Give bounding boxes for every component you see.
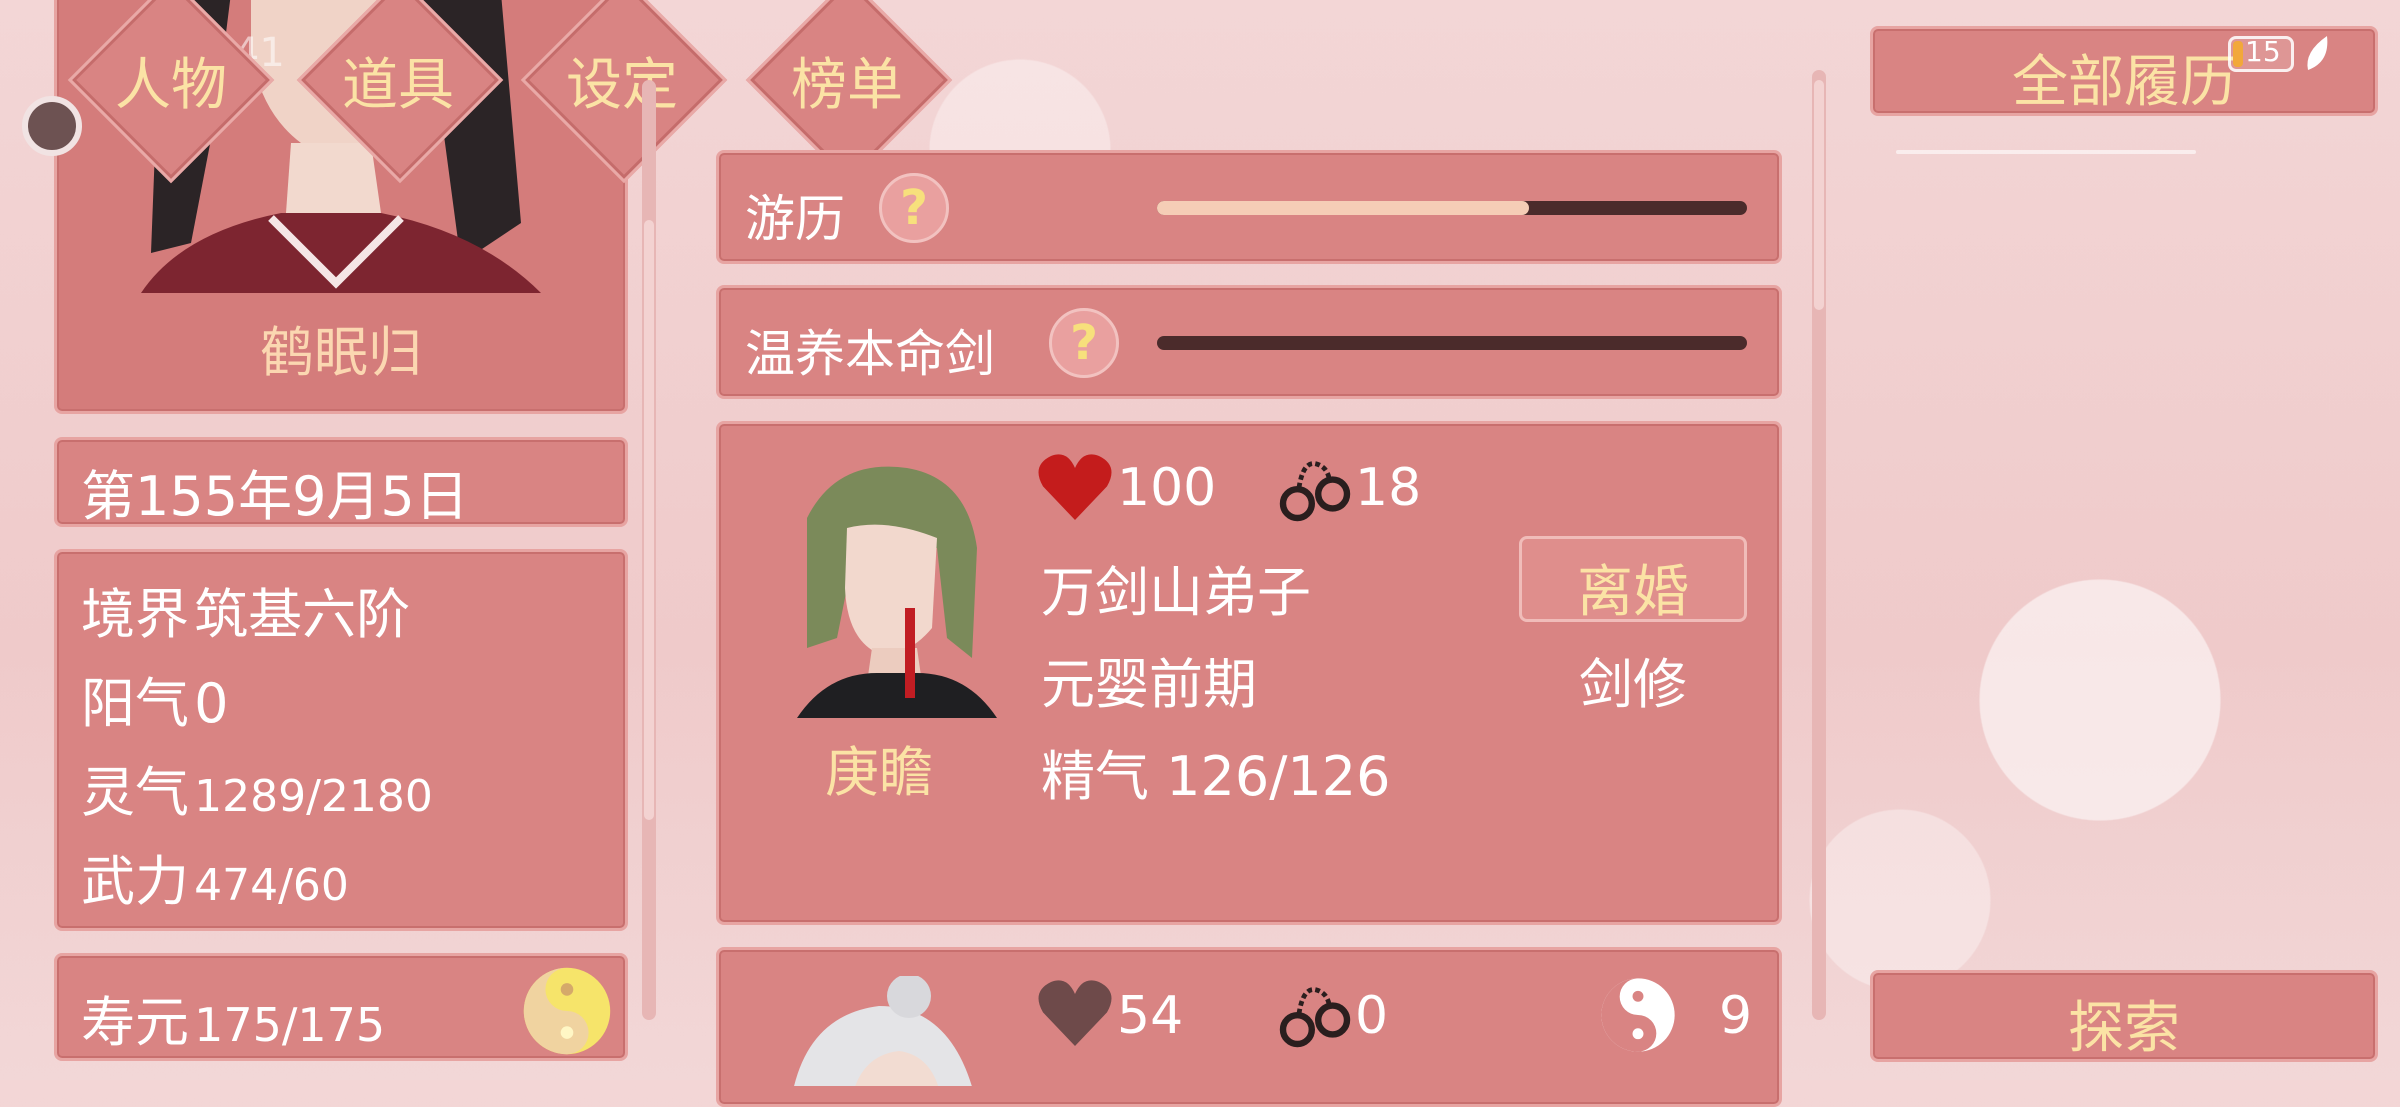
stat-force: 武力 474/60 — [81, 837, 349, 916]
battery-level: 15 — [2245, 35, 2281, 68]
heart-icon — [1035, 974, 1115, 1054]
yin-yang-icon — [1599, 976, 1677, 1054]
stat-spirit-label: 灵气 — [81, 761, 189, 824]
lifespan-panel: 寿元 175/175 — [54, 953, 628, 1061]
companion-1-realm: 元婴前期 — [1041, 653, 1257, 716]
stat-yang-label: 阳气 — [81, 672, 189, 735]
progress-travel-bar — [1157, 201, 1747, 215]
game-date: 第155年9月5日 — [81, 465, 469, 528]
heart-icon — [1035, 448, 1115, 528]
progress-sword-label: 温养本命剑 — [745, 325, 995, 383]
tab-settings-label: 设定 — [566, 53, 678, 118]
lifespan: 寿元 175/175 — [81, 978, 385, 1057]
companion-2-yinyang-count: 9 — [1719, 986, 1753, 1046]
companion-card-1[interactable]: 庚瞻 100 18 万剑山弟子 元婴前期 精气 126/126 离婚 剑修 — [716, 421, 1782, 925]
stat-spirit-value: 1289/2180 — [194, 771, 433, 822]
companion-card-2[interactable]: 54 0 9 — [716, 947, 1782, 1107]
left-scrollbar[interactable] — [642, 80, 656, 1020]
stat-force-label: 武力 — [81, 850, 189, 913]
companion-2-affection: 54 — [1117, 986, 1184, 1046]
companion-1-sect: 万剑山弟子 — [1041, 561, 1311, 624]
lifespan-label: 寿元 — [81, 991, 189, 1054]
divider — [1896, 150, 2196, 154]
history-button-label: 全部履历 — [2012, 50, 2236, 115]
companion-1-portrait — [767, 458, 1011, 718]
yin-yang-icon[interactable] — [522, 966, 612, 1056]
stats-panel: 境界 筑基六阶 阳气 0 灵气 1289/2180 武力 474/60 — [54, 549, 628, 931]
leaf-icon — [2302, 34, 2332, 74]
battery-level-fill — [2233, 41, 2243, 67]
stat-realm-value: 筑基六阶 — [194, 583, 411, 646]
companion-1-vital-value: 126/126 — [1166, 745, 1391, 808]
companion-1-affection: 100 — [1117, 458, 1217, 518]
main-scrollbar[interactable] — [1812, 70, 1826, 1020]
companion-2-bond: 0 — [1355, 986, 1389, 1046]
stat-realm-label: 境界 — [81, 583, 189, 646]
divorce-button[interactable]: 离婚 — [1519, 536, 1747, 625]
progress-row-sword: 温养本命剑 ? — [716, 285, 1782, 399]
companion-2-portrait — [759, 976, 1009, 1086]
handcuffs-icon — [1275, 446, 1355, 526]
battery-indicator: 15 — [2228, 35, 2294, 72]
explore-button-label: 探索 — [2068, 996, 2180, 1061]
companion-1-bond: 18 — [1355, 458, 1422, 518]
stat-yang-value: 0 — [194, 672, 229, 735]
companion-1-name: 庚瞻 — [825, 741, 933, 804]
handcuffs-icon — [1275, 972, 1355, 1052]
companion-1-vital-label: 精气 — [1041, 745, 1149, 808]
companion-1-class: 剑修 — [1579, 653, 1687, 716]
stat-yang: 阳气 0 — [81, 659, 228, 738]
progress-travel-help-button[interactable]: ? — [879, 173, 949, 243]
progress-travel-fill — [1157, 201, 1529, 215]
progress-sword-bar — [1157, 336, 1747, 350]
companion-1-vital: 精气 126/126 — [1041, 732, 1391, 811]
progress-sword-help-button[interactable]: ? — [1049, 308, 1119, 378]
progress-row-travel: 游历 ? — [716, 150, 1782, 264]
explore-button[interactable]: 探索 — [1870, 970, 2378, 1062]
divorce-button-label: 离婚 — [1577, 560, 1689, 625]
character-name: 鹤眠归 — [260, 321, 422, 384]
stat-force-value: 474/60 — [194, 860, 349, 911]
tab-leaderboard-label: 榜单 — [791, 53, 903, 118]
lifespan-value: 175/175 — [194, 998, 386, 1052]
stat-realm: 境界 筑基六阶 — [81, 570, 410, 649]
date-panel: 第155年9月5日 — [54, 437, 628, 528]
progress-travel-label: 游历 — [745, 190, 845, 248]
stat-spirit: 灵气 1289/2180 — [81, 748, 433, 827]
tab-items-label: 道具 — [342, 53, 454, 118]
tab-character-label: 人物 — [115, 53, 227, 118]
